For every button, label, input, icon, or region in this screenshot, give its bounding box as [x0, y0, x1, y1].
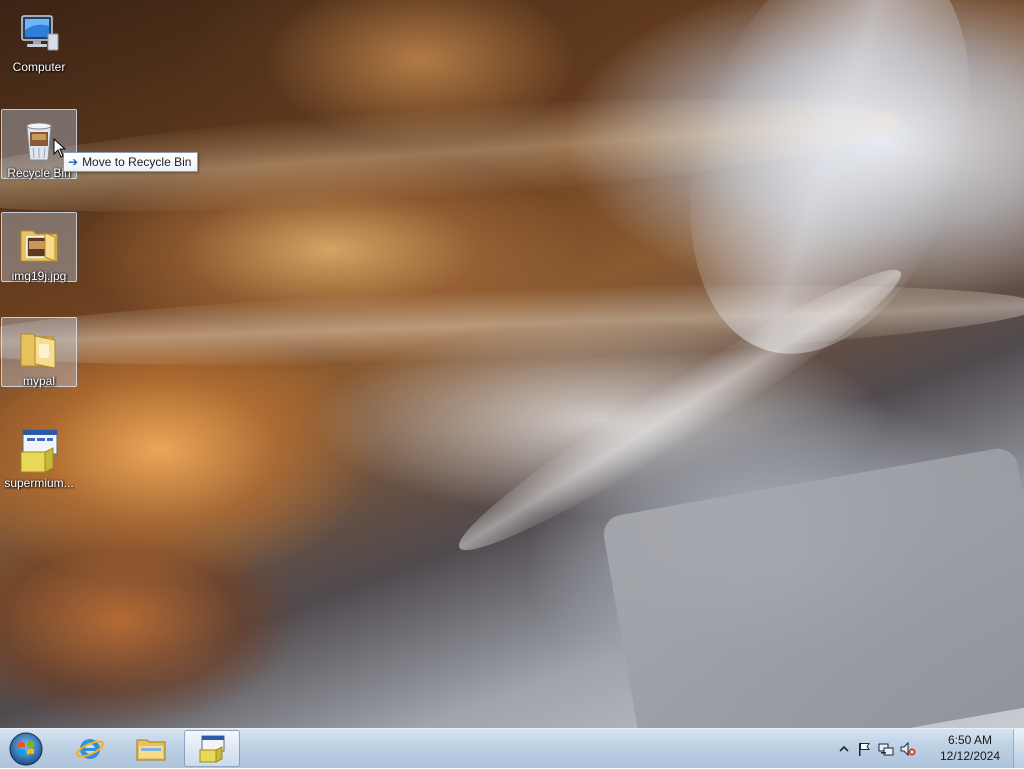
desktop[interactable]: Computer Recycle Bin img19j.jpg mypal su… — [0, 0, 1024, 728]
chevron-up-icon[interactable] — [836, 741, 852, 757]
desktop-icon-label: supermium... — [4, 476, 74, 490]
desktop-icon-computer[interactable]: Computer — [1, 4, 77, 74]
volume-muted-icon[interactable] — [900, 741, 916, 757]
clock[interactable]: 6:50 AM 12/12/2024 — [930, 732, 1010, 764]
taskbar-internet-explorer[interactable] — [62, 730, 118, 767]
folder-icon — [15, 324, 63, 372]
desktop-icon-label: Computer — [12, 60, 66, 74]
wallpaper-band — [641, 0, 1019, 390]
desktop-icon-mypal[interactable]: mypal — [1, 317, 77, 388]
taskbar-supermium-installer[interactable] — [184, 730, 240, 767]
folder-icon — [136, 739, 166, 760]
wallpaper-band — [443, 246, 917, 574]
network-icon[interactable] — [878, 741, 894, 757]
drag-tooltip: ➔ Move to Recycle Bin — [63, 152, 199, 172]
desktop-icon-label: mypal — [22, 374, 55, 388]
desktop-icon-supermium-installer[interactable]: supermium... — [1, 420, 77, 490]
internet-explorer-icon — [76, 738, 104, 759]
wallpaper-band — [600, 445, 1024, 728]
flag-icon[interactable] — [856, 741, 872, 757]
mouse-cursor-icon — [53, 138, 67, 158]
taskbar-file-explorer[interactable] — [123, 730, 179, 767]
image-folder-icon — [15, 219, 63, 267]
windows-logo-icon — [9, 732, 43, 765]
arrow-right-icon: ➔ — [68, 155, 79, 169]
system-tray: 6:50 AM 12/12/2024 — [834, 729, 1024, 769]
wallpaper-band — [0, 270, 1024, 380]
installer-icon — [199, 735, 225, 763]
clock-time: 6:50 AM — [947, 733, 993, 747]
tooltip-text: Move to Recycle Bin — [82, 155, 192, 169]
computer-icon — [15, 10, 63, 58]
start-button[interactable] — [4, 730, 48, 767]
installer-icon — [15, 426, 63, 474]
desktop-icon-image-file[interactable]: img19j.jpg — [1, 212, 77, 283]
show-desktop-button[interactable] — [1013, 729, 1024, 768]
taskbar: 6:50 AM 12/12/2024 — [0, 728, 1024, 768]
desktop-icon-label: img19j.jpg — [11, 269, 67, 283]
clock-date: 12/12/2024 — [939, 749, 1001, 763]
